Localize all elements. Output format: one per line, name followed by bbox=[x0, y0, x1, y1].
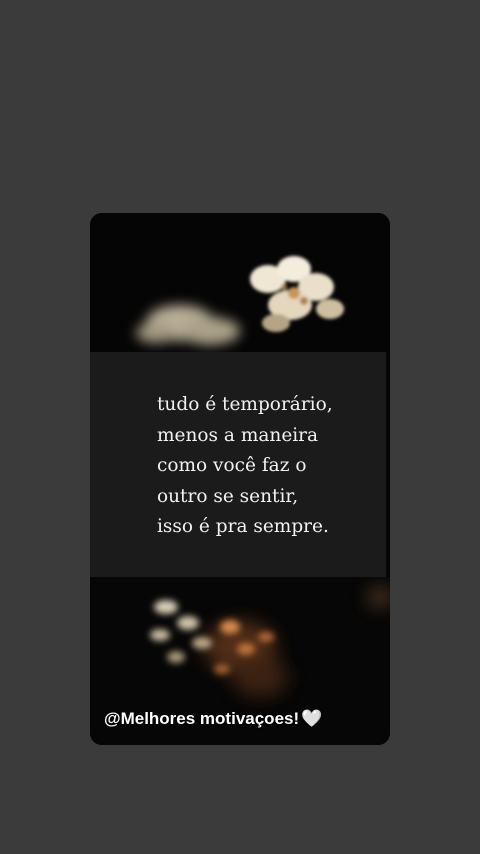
quote-line: isso é pra sempre. bbox=[157, 516, 329, 537]
quote-line: outro se sentir, bbox=[157, 485, 299, 507]
author-handle-text: @Melhores motivaçoes! bbox=[104, 709, 300, 728]
quote-panel: tudo é temporário, menos a maneira como … bbox=[90, 352, 386, 578]
quote-line: tudo é temporário, bbox=[157, 394, 333, 415]
flowers-top-image bbox=[90, 213, 390, 353]
white-heart-icon: 🤍 bbox=[301, 709, 323, 728]
quote-text: tudo é temporário, menos a maneira como … bbox=[157, 390, 377, 543]
quote-line: como você faz o bbox=[157, 455, 307, 476]
author-handle: @Melhores motivaçoes! 🤍 bbox=[104, 709, 322, 729]
quote-line: menos a maneira bbox=[157, 424, 319, 446]
story-card: tudo é temporário, menos a maneira como … bbox=[90, 213, 390, 745]
